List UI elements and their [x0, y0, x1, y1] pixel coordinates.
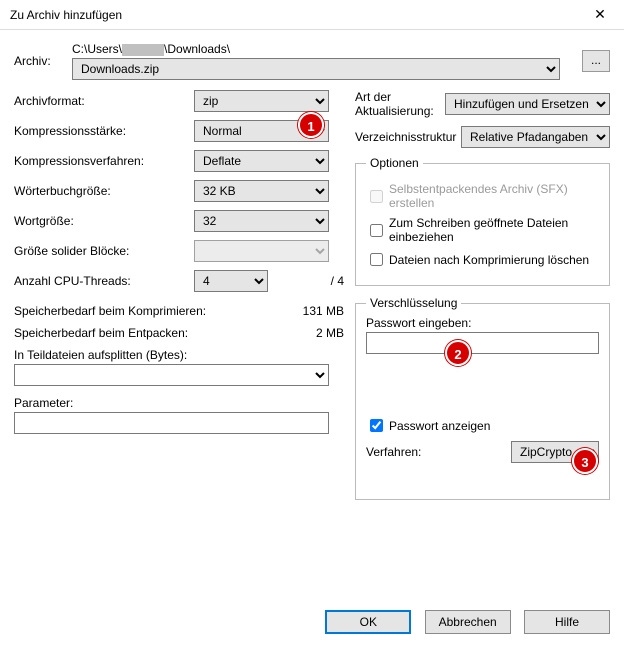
dictsize-label: Wörterbuchgröße:: [14, 184, 194, 198]
marker-1: 1: [298, 112, 324, 138]
deleteafter-checkbox[interactable]: [370, 253, 383, 266]
openshared-checkbox[interactable]: [370, 224, 383, 237]
showpw-checkbox[interactable]: [370, 419, 383, 432]
redacted-username: [122, 44, 164, 56]
cputhreads-max: / 4: [294, 274, 344, 288]
marker-3: 3: [572, 448, 598, 474]
params-label: Parameter:: [14, 396, 344, 410]
solidblock-label: Größe solider Blöcke:: [14, 244, 194, 258]
sfx-label: Selbstentpackendes Archiv (SFX) erstelle…: [389, 182, 599, 210]
compmethod-select[interactable]: Deflate: [194, 150, 329, 172]
password-input[interactable]: [366, 332, 599, 354]
archive-path: C:\Users\\Downloads\: [72, 42, 574, 56]
complevel-label: Kompressionsstärke:: [14, 124, 194, 138]
wordsize-label: Wortgröße:: [14, 214, 194, 228]
marker-2: 2: [445, 340, 471, 366]
sfx-checkbox: [370, 190, 383, 203]
format-label: Archivformat:: [14, 94, 194, 108]
params-input[interactable]: [14, 412, 329, 434]
cputhreads-select[interactable]: 4: [194, 270, 268, 292]
close-icon[interactable]: ✕: [580, 6, 620, 23]
encryption-legend: Verschlüsselung: [366, 296, 461, 310]
browse-button[interactable]: ...: [582, 50, 610, 72]
options-fieldset: Optionen Selbstentpackendes Archiv (SFX)…: [355, 156, 610, 286]
dictsize-select[interactable]: 32 KB: [194, 180, 329, 202]
archive-filename-select[interactable]: Downloads.zip: [72, 58, 560, 80]
split-label: In Teildateien aufsplitten (Bytes):: [14, 348, 344, 362]
format-select[interactable]: zip: [194, 90, 329, 112]
encryption-fieldset: Verschlüsselung Passwort eingeben: Passw…: [355, 296, 610, 500]
compmethod-label: Kompressionsverfahren:: [14, 154, 194, 168]
updatemode-select[interactable]: Hinzufügen und Ersetzen: [445, 93, 610, 115]
memcompress-value: 131 MB: [303, 304, 344, 318]
archive-label: Archiv:: [14, 54, 72, 68]
cputhreads-label: Anzahl CPU-Threads:: [14, 274, 194, 288]
deleteafter-label: Dateien nach Komprimierung löschen: [389, 253, 589, 267]
memcompress-label: Speicherbedarf beim Komprimieren:: [14, 304, 303, 318]
ok-button[interactable]: OK: [325, 610, 411, 634]
solidblock-select: [194, 240, 329, 262]
split-select[interactable]: [14, 364, 329, 386]
updatemode-label: Art der Aktualisierung:: [355, 90, 445, 118]
window-title: Zu Archiv hinzufügen: [10, 8, 580, 22]
cancel-button[interactable]: Abbrechen: [425, 610, 511, 634]
help-button[interactable]: Hilfe: [524, 610, 610, 634]
pathmode-select[interactable]: Relative Pfadangaben: [461, 126, 610, 148]
options-legend: Optionen: [366, 156, 423, 170]
memdecompress-value: 2 MB: [316, 326, 344, 340]
memdecompress-label: Speicherbedarf beim Entpacken:: [14, 326, 316, 340]
enterpw-label: Passwort eingeben:: [366, 316, 599, 330]
showpw-label: Passwort anzeigen: [389, 419, 490, 433]
wordsize-select[interactable]: 32: [194, 210, 329, 232]
openshared-label: Zum Schreiben geöffnete Dateien einbezie…: [389, 216, 599, 244]
pathmode-label: Verzeichnisstruktur: [355, 130, 461, 144]
encmethod-label: Verfahren:: [366, 445, 511, 459]
